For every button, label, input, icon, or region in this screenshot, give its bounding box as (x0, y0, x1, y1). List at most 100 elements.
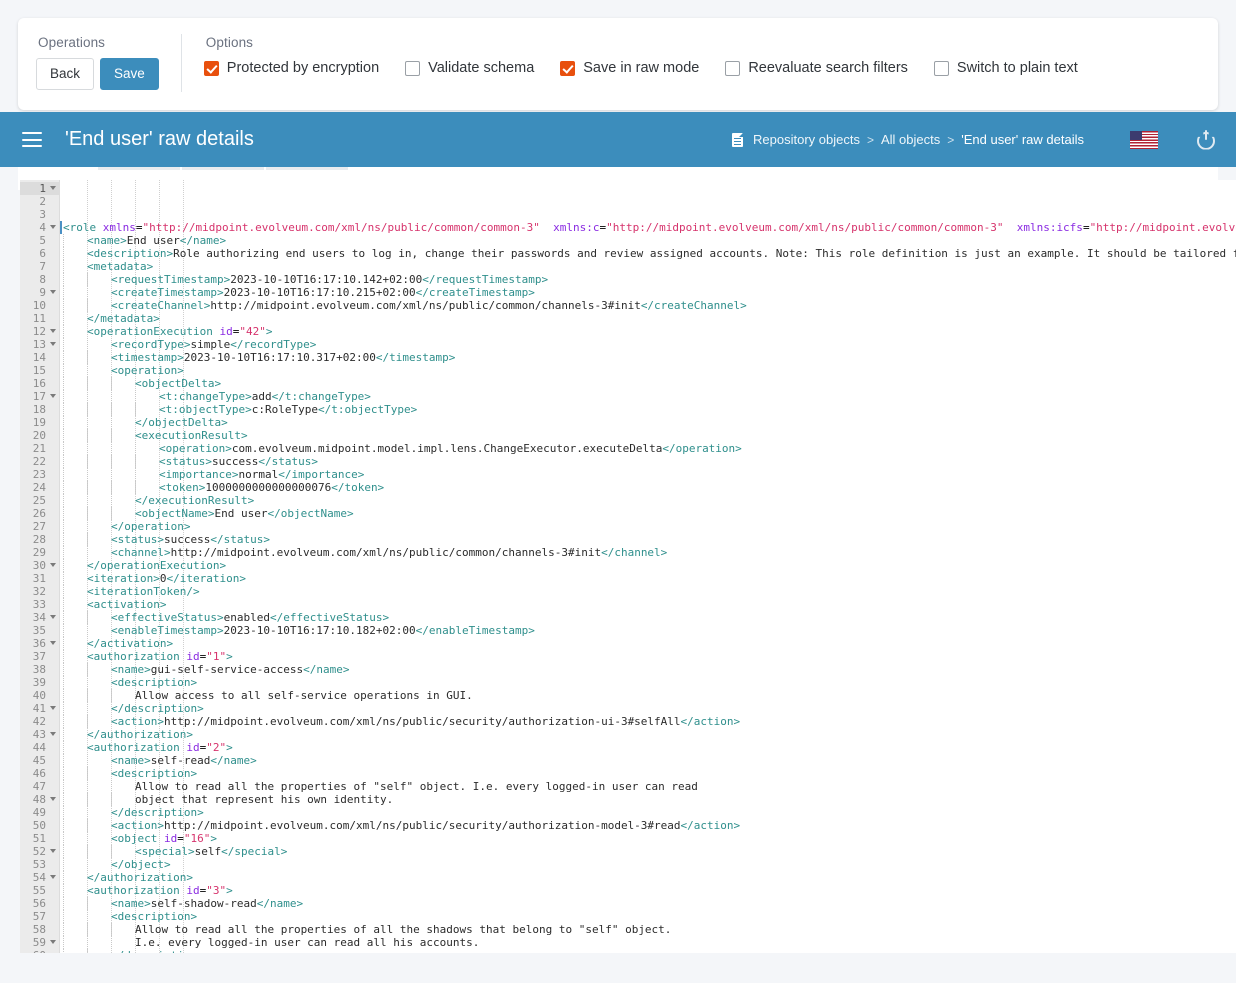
code-line[interactable]: <createTimestamp>2023-10-10T16:17:10.215… (63, 286, 1236, 299)
fold-toggle-icon[interactable] (50, 875, 56, 879)
checkbox-validate-schema[interactable]: Validate schema (405, 60, 534, 76)
code-line[interactable]: <special>self</special> (63, 845, 1236, 858)
fold-toggle-icon[interactable] (50, 706, 56, 710)
checkbox-unchecked-icon[interactable] (725, 61, 740, 76)
code-line[interactable]: <object id="16"> (63, 832, 1236, 845)
code-line[interactable]: object that represent his own identity. (63, 793, 1236, 806)
code-line[interactable]: </objectDelta> (63, 416, 1236, 429)
editor-line-number-gutter[interactable]: 1234567891011121314151617181920212223242… (20, 180, 60, 953)
code-line[interactable]: <description>Role authorizing end users … (63, 247, 1236, 260)
code-line[interactable]: <status>success</status> (63, 455, 1236, 468)
code-line[interactable]: <channel>http://midpoint.evolveum.com/xm… (63, 546, 1236, 559)
code-line[interactable]: <createChannel>http://midpoint.evolveum.… (63, 299, 1236, 312)
code-line[interactable]: </description> (63, 806, 1236, 819)
code-line[interactable]: <name>gui-self-service-access</name> (63, 663, 1236, 676)
code-line[interactable]: <operationExecution id="42"> (63, 325, 1236, 338)
checkbox-reevaluate-search-filters[interactable]: Reevaluate search filters (725, 60, 908, 76)
code-line[interactable]: I.e. every logged-in user can read all h… (63, 936, 1236, 949)
code-line[interactable]: <t:changeType>add</t:changeType> (63, 390, 1236, 403)
checkbox-checked-icon[interactable] (204, 61, 219, 76)
code-line[interactable]: <objectDelta> (63, 377, 1236, 390)
code-line[interactable]: <description> (63, 676, 1236, 689)
breadcrumb-item-repository-objects[interactable]: Repository objects (753, 132, 860, 147)
breadcrumb-item-all-objects[interactable]: All objects (881, 132, 940, 147)
code-line[interactable]: <iterationToken/> (63, 585, 1236, 598)
back-button[interactable]: Back (36, 58, 94, 90)
checkbox-unchecked-icon[interactable] (405, 61, 420, 76)
hamburger-icon[interactable] (22, 132, 42, 147)
code-line[interactable]: </executionResult> (63, 494, 1236, 507)
code-line[interactable]: <status>success</status> (63, 533, 1236, 546)
code-line[interactable]: <authorization id="1"> (63, 650, 1236, 663)
code-line[interactable]: </description> (63, 702, 1236, 715)
checkbox-save-in-raw-mode[interactable]: Save in raw mode (560, 60, 699, 76)
code-line[interactable]: <activation> (63, 598, 1236, 611)
line-number: 37 (20, 650, 59, 663)
code-line[interactable]: <authorization id="3"> (63, 884, 1236, 897)
code-line[interactable]: <description> (63, 910, 1236, 923)
code-line[interactable]: <name>self-read</name> (63, 754, 1236, 767)
fold-toggle-icon[interactable] (50, 563, 56, 567)
line-number: 46 (20, 767, 59, 780)
editor-code-area[interactable]: <role xmlns="http://midpoint.evolveum.co… (60, 180, 1236, 953)
code-line[interactable]: <action>http://midpoint.evolveum.com/xml… (63, 819, 1236, 832)
code-line[interactable]: <executionResult> (63, 429, 1236, 442)
us-flag-icon[interactable] (1130, 131, 1158, 149)
code-line[interactable]: <description> (63, 767, 1236, 780)
code-line[interactable]: </activation> (63, 637, 1236, 650)
fold-toggle-icon[interactable] (50, 641, 56, 645)
code-line[interactable]: </authorization> (63, 728, 1236, 741)
code-line[interactable]: <iteration>0</iteration> (63, 572, 1236, 585)
code-line[interactable]: <role xmlns="http://midpoint.evolveum.co… (63, 221, 1236, 234)
fold-toggle-icon[interactable] (50, 797, 56, 801)
checkbox-protected-by-encryption[interactable]: Protected by encryption (204, 60, 379, 76)
code-line[interactable]: <token>1000000000000000076</token> (63, 481, 1236, 494)
code-line[interactable]: <timestamp>2023-10-10T16:17:10.317+02:00… (63, 351, 1236, 364)
code-line[interactable]: </authorization> (63, 871, 1236, 884)
code-line[interactable]: <operation>com.evolveum.midpoint.model.i… (63, 442, 1236, 455)
code-line[interactable]: <operation> (63, 364, 1236, 377)
checkbox-switch-to-plain-text[interactable]: Switch to plain text (934, 60, 1078, 76)
code-line[interactable]: <recordType>simple</recordType> (63, 338, 1236, 351)
code-line[interactable]: </operation> (63, 520, 1236, 533)
code-line[interactable]: <authorization id="2"> (63, 741, 1236, 754)
code-line[interactable]: <effectiveStatus>enabled</effectiveStatu… (63, 611, 1236, 624)
power-icon[interactable] (1196, 129, 1218, 151)
code-line[interactable]: </object> (63, 858, 1236, 871)
code-line[interactable]: Allow access to all self-service operati… (63, 689, 1236, 702)
fold-toggle-icon[interactable] (50, 394, 56, 398)
fold-toggle-icon[interactable] (50, 290, 56, 294)
code-line[interactable]: <importance>normal</importance> (63, 468, 1236, 481)
code-line[interactable]: <name>self-shadow-read</name> (63, 897, 1236, 910)
operations-buttons: Back Save (36, 58, 159, 90)
line-number: 40 (20, 689, 59, 702)
code-line[interactable]: </metadata> (63, 312, 1236, 325)
code-line[interactable]: <metadata> (63, 260, 1236, 273)
code-line[interactable]: <enableTimestamp>2023-10-10T16:17:10.182… (63, 624, 1236, 637)
code-line[interactable]: Allow to read all the properties of all … (63, 923, 1236, 936)
line-number: 23 (20, 468, 59, 481)
line-number: 39 (20, 676, 59, 689)
fold-toggle-icon[interactable] (50, 940, 56, 944)
xml-code-editor[interactable]: 1234567891011121314151617181920212223242… (20, 180, 1236, 953)
checkbox-checked-icon[interactable] (560, 61, 575, 76)
code-line[interactable]: <requestTimestamp>2023-10-10T16:17:10.14… (63, 273, 1236, 286)
save-button[interactable]: Save (100, 58, 159, 90)
fold-toggle-icon[interactable] (50, 732, 56, 736)
fold-toggle-icon[interactable] (50, 342, 56, 346)
code-line[interactable]: <t:objectType>c:RoleType</t:objectType> (63, 403, 1236, 416)
code-line[interactable]: <action>http://midpoint.evolveum.com/xml… (63, 715, 1236, 728)
code-line[interactable]: Allow to read all the properties of "sel… (63, 780, 1236, 793)
code-line[interactable]: </description> (63, 949, 1236, 953)
code-line[interactable]: <objectName>End user</objectName> (63, 507, 1236, 520)
code-line[interactable]: <name>End user</name> (63, 234, 1236, 247)
fold-toggle-icon[interactable] (50, 615, 56, 619)
fold-toggle-icon[interactable] (50, 225, 56, 229)
fold-toggle-icon[interactable] (50, 849, 56, 853)
fold-toggle-icon[interactable] (50, 329, 56, 333)
fold-toggle-icon[interactable] (50, 186, 56, 190)
line-number: 49 (20, 806, 59, 819)
checkbox-unchecked-icon[interactable] (934, 61, 949, 76)
line-number: 20 (20, 429, 59, 442)
code-line[interactable]: </operationExecution> (63, 559, 1236, 572)
